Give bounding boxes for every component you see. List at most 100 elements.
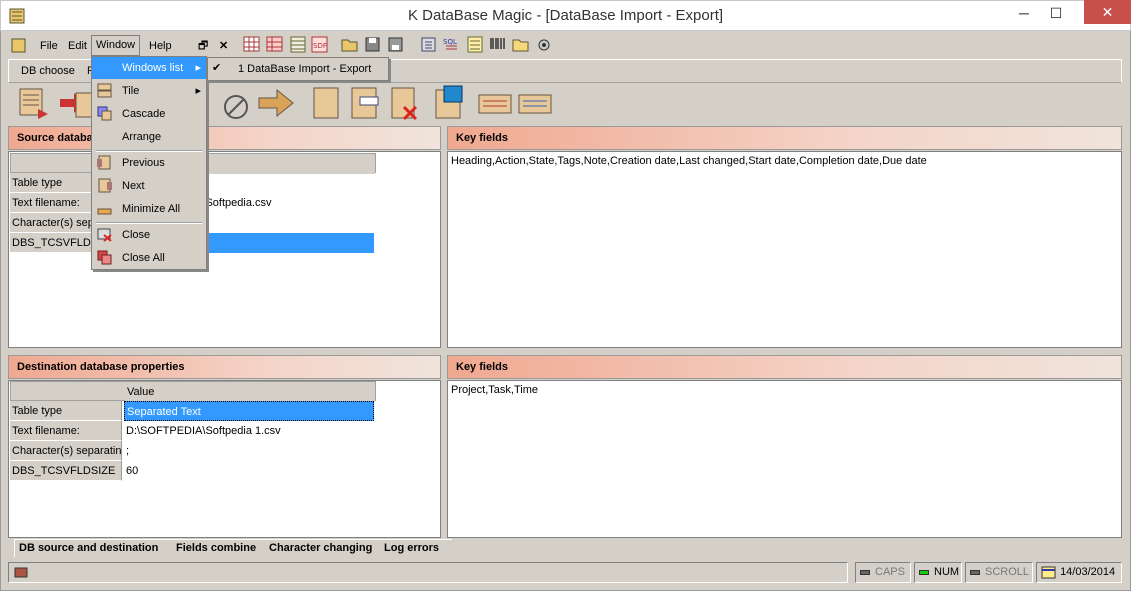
source-key-fields-header: Key fields [447,126,1122,150]
submenu-arrow-icon: ▸ [195,62,201,74]
property-label: DBS_TCSVFLDSIZE [10,461,122,481]
save-icon[interactable] [364,36,382,53]
property-value[interactable]: D:\SOFTPEDIA\Softpedia 1.csv [124,421,374,441]
stop-icon[interactable] [220,85,252,121]
menu-edit[interactable]: Edit [64,37,91,55]
table-row[interactable]: Table type Separated Text [10,401,376,421]
menu-item-close-all[interactable]: Close All [92,247,206,269]
open-folder-icon[interactable] [341,36,359,53]
tab-db-source-destination[interactable]: DB source and destination [14,539,172,557]
menu-help[interactable]: Help [145,37,176,55]
transfer-icon[interactable] [58,85,93,121]
dest-panel-header: Destination database properties [8,355,441,379]
table-row[interactable]: DBS_TCSVFLDSIZE 60 [10,461,376,481]
close-label: Close [122,229,151,241]
menu-file[interactable]: File [36,37,62,55]
import-icon[interactable] [420,36,438,53]
tile-icon [97,83,112,98]
menu-item-close[interactable]: Close [92,224,206,246]
ticket-edit-icon[interactable] [517,85,553,121]
close-all-label: Close All [122,252,165,264]
num-label: NUM [934,566,960,578]
tile-label: Tile [122,85,140,97]
date-box: 14/03/2014 [1036,562,1122,583]
forward-arrow-icon[interactable] [256,85,296,121]
source-db-icon[interactable] [16,85,52,121]
submenu-item-database-import-export[interactable]: 1 DataBase Import - Export [238,63,371,75]
close-all-icon [97,250,112,265]
tools-icon[interactable] [535,36,553,53]
menu-bar: File Edit Window Help 🗗 ✕ [8,34,1124,56]
property-value[interactable]: ; [124,441,374,461]
ticket-icon[interactable] [477,85,513,121]
dest-key-fields-header: Key fields [447,355,1122,379]
maximize-button[interactable]: ☐ [1041,0,1071,26]
property-label: Table type [10,401,122,421]
menu-window[interactable]: Window [91,35,141,56]
minimize-button[interactable]: ─ [1009,0,1039,26]
caps-label: CAPS [875,566,905,578]
window-title: K DataBase Magic - [DataBase Import - Ex… [407,7,724,24]
mdi-close-icon[interactable]: ✕ [215,37,232,55]
svg-text:SDF: SDF [313,42,327,50]
status-date: 14/03/2014 [1060,566,1116,578]
menu-item-windows-list[interactable]: Windows list ▸ [92,57,206,79]
save-as-icon[interactable] [387,36,405,53]
property-value[interactable]: 60 [124,461,374,481]
window-dropdown-menu: Windows list ▸ Tile ▸ Cascade Arrange Prev… [91,56,207,270]
minimize-all-icon [97,201,112,216]
grid-icon[interactable] [289,36,307,53]
menu-item-minimize-all[interactable]: Minimize All [92,198,206,220]
menu-item-tile[interactable]: Tile ▸ [92,80,206,102]
db-choose-button[interactable]: DB choose [17,62,79,80]
menu-item-cascade[interactable]: Cascade [92,103,206,125]
caps-indicator: CAPS [855,562,911,583]
menu-item-previous[interactable]: Previous [92,152,206,174]
menu-item-arrange[interactable]: Arrange [92,126,206,148]
calendar-icon [1041,566,1056,579]
edit-doc-icon[interactable] [346,85,382,121]
windows-list-label: Windows list [122,62,184,74]
minimize-all-label: Minimize All [122,203,181,215]
books-icon [14,567,28,578]
scroll-indicator: SCROLL [965,562,1033,583]
submenu-arrow-icon: ▸ [195,85,201,97]
cascade-icon [97,106,112,121]
tab-fields-combine[interactable]: Fields combine [172,539,266,557]
check-icon: ✔ [212,62,222,74]
close-button[interactable]: ✕ [1084,0,1131,24]
svg-text:SQL: SQL [443,38,457,46]
source-panel-header: Source database properties [8,126,441,150]
sql-icon[interactable]: SQL [443,36,461,53]
close-window-icon [97,227,112,242]
arrange-label: Arrange [122,131,162,143]
mdi-restore-icon[interactable]: 🗗 [194,37,212,55]
list-icon[interactable] [466,36,484,53]
windows-list-submenu: ✔ 1 DataBase Import - Export [207,57,389,81]
next-icon [97,178,112,193]
tab-log-errors[interactable]: Log errors [380,539,452,557]
table-row[interactable]: Text filename: D:\SOFTPEDIA\Softpedia 1.c… [10,421,376,441]
tab-character-changing[interactable]: Character changing [265,539,381,557]
save-doc-icon[interactable] [430,85,466,121]
next-label: Next [122,180,145,192]
table-icon[interactable] [243,36,261,53]
property-value-selected[interactable]: Separated Text [124,401,374,421]
new-doc-icon[interactable] [308,85,344,121]
source-key-fields-text[interactable]: Heading,Action,State,Tags,Note,Creation … [447,151,1122,348]
sdf-icon[interactable]: SDF [311,36,329,53]
barcode-icon[interactable] [489,36,507,53]
dest-key-fields-text[interactable]: Project,Task,Time [447,380,1122,538]
folder-icon[interactable] [512,36,530,53]
menu-item-next[interactable]: Next [92,175,206,197]
table-row[interactable]: Character(s) separatin; [10,441,376,461]
scroll-label: SCROLL [985,566,1030,578]
property-label: Text filename: [10,421,122,441]
status-main [8,562,848,583]
dest-properties-grid: Value Table type Separated Text Text file… [10,381,376,481]
app-menu-icon[interactable] [10,37,28,55]
previous-icon [97,155,112,170]
property-label: Character(s) separatin [10,441,122,461]
table-red-icon[interactable] [266,36,284,53]
delete-doc-icon[interactable] [386,85,422,121]
